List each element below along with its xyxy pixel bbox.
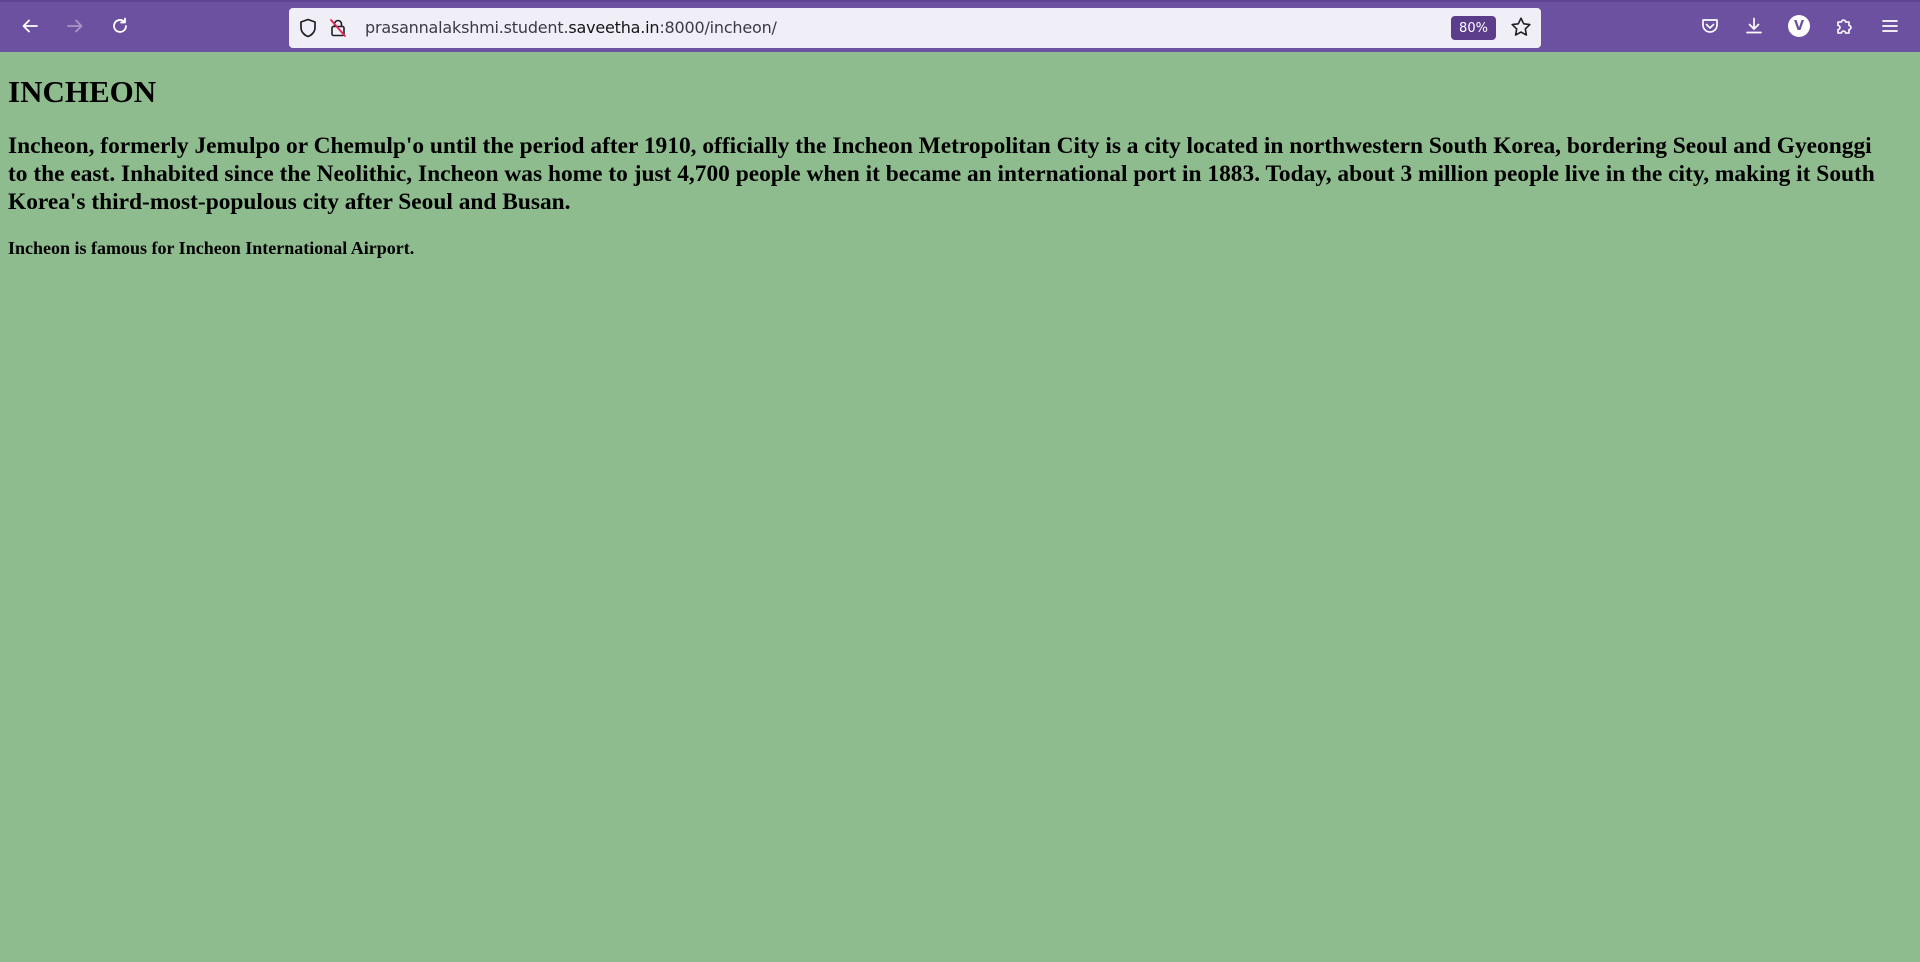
arrow-right-icon [65, 16, 85, 36]
pocket-icon [1700, 16, 1720, 36]
insecure-lock-icon[interactable] [327, 17, 349, 39]
url-host: saveetha.in [568, 18, 660, 37]
puzzle-icon [1834, 16, 1854, 36]
shield-icon[interactable] [297, 17, 319, 39]
extensions-button[interactable] [1829, 11, 1859, 41]
page-content: INCHEON Incheon, formerly Jemulpo or Che… [0, 52, 1920, 962]
bookmark-star-button[interactable] [1508, 16, 1534, 42]
browser-toolbar: prasannalakshmi.student.saveetha.in:8000… [0, 0, 1920, 52]
account-button[interactable]: V [1784, 11, 1814, 41]
famous-for-text: Incheon is famous for Incheon Internatio… [8, 238, 415, 258]
arrow-left-icon [20, 16, 40, 36]
app-menu-button[interactable] [1875, 11, 1905, 41]
url-text[interactable]: prasannalakshmi.student.saveetha.in:8000… [365, 18, 777, 37]
address-bar[interactable]: prasannalakshmi.student.saveetha.in:8000… [289, 8, 1541, 48]
forward-button[interactable] [60, 11, 90, 41]
hamburger-menu-icon [1880, 16, 1900, 36]
downloads-button[interactable] [1739, 11, 1769, 41]
page-title: INCHEON [8, 74, 157, 109]
zoom-level-badge[interactable]: 80% [1451, 16, 1496, 40]
url-suffix: :8000/incheon/ [659, 18, 777, 37]
reload-icon [110, 16, 130, 36]
avatar: V [1788, 15, 1810, 37]
url-prefix: prasannalakshmi.student. [365, 18, 569, 37]
star-icon [1510, 16, 1532, 43]
download-icon [1744, 16, 1764, 36]
intro-paragraph: Incheon, formerly Jemulpo or Chemulp'o u… [8, 133, 1875, 215]
reload-button[interactable] [105, 11, 135, 41]
pocket-button[interactable] [1695, 11, 1725, 41]
back-button[interactable] [15, 11, 45, 41]
